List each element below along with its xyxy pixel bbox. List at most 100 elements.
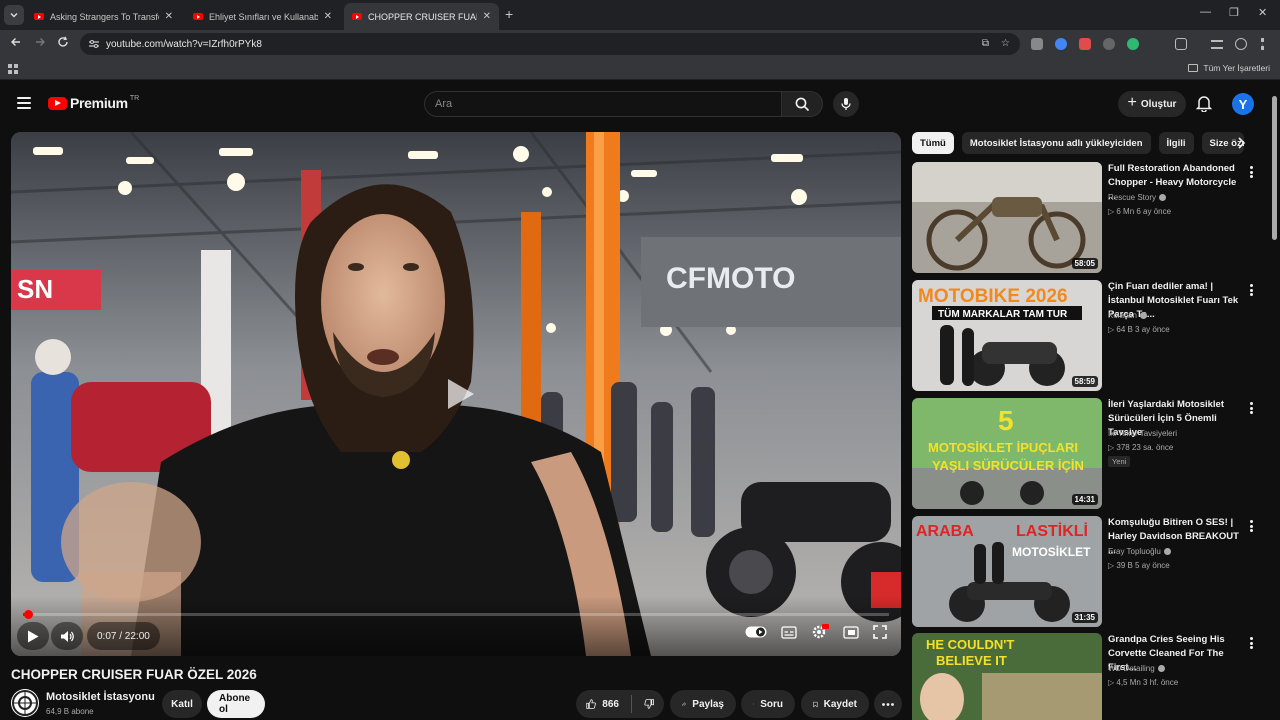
share-label: Paylaş <box>692 698 724 710</box>
new-badge: Yeni <box>1108 456 1131 467</box>
browser-tab-active[interactable]: CHOPPER CRUISER FUAR ÖZEL ✕ <box>344 3 499 30</box>
install-app-icon[interactable]: ⧉ <box>982 38 989 49</box>
fullscreen-icon[interactable] <box>873 625 887 639</box>
like-count[interactable]: 866 <box>602 699 619 710</box>
chip-all[interactable]: Tümü <box>912 132 954 154</box>
channel-name[interactable]: WD Detailing <box>1108 664 1165 673</box>
channel-label: Rescue Story <box>1108 193 1157 202</box>
subscribe-button[interactable]: Abone ol <box>207 690 265 718</box>
tab-label: CHOPPER CRUISER FUAR ÖZEL <box>368 11 477 22</box>
play-button[interactable] <box>17 622 49 650</box>
more-options-icon[interactable] <box>1250 402 1253 414</box>
like-thumb-icon[interactable] <box>586 697 596 711</box>
video-player[interactable]: SN CFMOTO 0:07 / 22:00 <box>11 132 901 656</box>
minimize-icon[interactable]: — <box>1200 6 1211 18</box>
create-button[interactable]: + Oluştur <box>1118 91 1186 117</box>
extension-icon[interactable] <box>1079 38 1091 50</box>
recommended-video[interactable]: MOTOBIKE 2026 TÜM MARKALAR TAM TUR 58:59… <box>912 280 1262 394</box>
reload-icon[interactable] <box>57 36 69 48</box>
more-actions-button[interactable] <box>874 690 902 718</box>
video-thumbnail[interactable]: ARABA LASTİKLİ MOTOSİKLET 31:35 <box>912 516 1102 627</box>
more-options-icon[interactable] <box>1250 637 1253 649</box>
bookmark-star-icon[interactable]: ☆ <box>1001 38 1010 49</box>
search-input[interactable] <box>425 92 781 116</box>
thumbnail-text: HE COULDN'T <box>926 637 1014 652</box>
channel-avatar[interactable] <box>11 689 39 717</box>
video-thumbnail[interactable]: MOTOBIKE 2026 TÜM MARKALAR TAM TUR 58:59 <box>912 280 1102 391</box>
site-info-icon[interactable] <box>88 39 100 49</box>
share-button[interactable]: Paylaş <box>670 690 736 718</box>
chip-from-uploader[interactable]: Motosiklet İstasyonu adlı yükleyiciden <box>961 132 1151 154</box>
video-thumbnail[interactable]: 5 MOTOSİKLET İPUÇLARI YAŞLI SÜRÜCÜLER İÇ… <box>912 398 1102 509</box>
back-icon[interactable] <box>10 36 22 48</box>
more-options-icon[interactable] <box>1250 284 1253 296</box>
tab-search-button[interactable] <box>4 5 24 25</box>
subtitles-icon[interactable] <box>781 625 797 639</box>
notifications-bell-icon[interactable] <box>1196 94 1212 112</box>
duration-badge: 58:05 <box>1071 258 1098 269</box>
duration-badge: 14:31 <box>1071 494 1098 505</box>
browser-tab[interactable]: Ehliyet Sınıfları ve Kullanabil ✕ <box>185 3 340 30</box>
verified-icon <box>1163 548 1171 555</box>
page-scrollbar[interactable] <box>1272 96 1277 240</box>
address-bar[interactable]: youtube.com/watch?v=IZrfh0rPYk8 ⧉ ☆ <box>80 33 1020 55</box>
menu-hamburger-icon[interactable] <box>17 97 31 109</box>
settings-gear-icon[interactable] <box>811 624 829 640</box>
video-thumbnail[interactable]: 58:05 <box>912 162 1102 273</box>
search-button[interactable] <box>781 91 823 117</box>
ask-button[interactable]: Soru <box>741 690 795 718</box>
recommended-video[interactable]: 58:05 Full Restoration Abandoned Chopper… <box>912 162 1262 276</box>
more-options-icon[interactable] <box>1250 520 1253 532</box>
save-button[interactable]: Kaydet <box>801 690 869 718</box>
time-display: 0:07 / 22:00 <box>87 622 160 650</box>
recommended-video[interactable]: HE COULDN'T BELIEVE IT Grandpa Cries See… <box>912 633 1262 720</box>
channel-name[interactable]: Kolaçan <box>1108 311 1147 320</box>
microphone-icon <box>841 98 851 110</box>
extensions-puzzle-icon[interactable] <box>1175 38 1187 50</box>
chip-related[interactable]: İlgili <box>1158 132 1194 154</box>
media-control-icon[interactable] <box>1211 40 1223 49</box>
more-options-icon[interactable] <box>1250 166 1253 178</box>
dislike-thumb-icon[interactable] <box>644 697 654 711</box>
volume-button[interactable] <box>51 622 83 650</box>
verified-icon <box>1157 665 1165 672</box>
apps-grid-icon[interactable] <box>8 64 18 74</box>
channel-name[interactable]: Rescue Story <box>1108 193 1167 202</box>
extension-icon[interactable] <box>1055 38 1067 50</box>
new-tab-button[interactable]: + <box>505 6 513 22</box>
browser-menu-icon[interactable] <box>1261 38 1264 50</box>
browser-tab[interactable]: Asking Strangers To Transform ✕ <box>26 3 181 30</box>
voice-search-button[interactable] <box>833 91 859 117</box>
close-tab-icon[interactable]: ✕ <box>324 11 332 22</box>
extension-icon[interactable] <box>1031 38 1043 50</box>
progress-bar[interactable] <box>23 610 889 619</box>
channel-label: Kolaçan <box>1108 311 1137 320</box>
channel-name[interactable]: Motosiklet İstasyonu <box>46 691 155 703</box>
close-tab-icon[interactable]: ✕ <box>165 11 173 22</box>
account-avatar[interactable]: Y <box>1232 93 1254 115</box>
play-overlay-icon[interactable] <box>442 377 476 411</box>
profile-icon[interactable] <box>1235 38 1247 50</box>
close-tab-icon[interactable]: ✕ <box>483 11 491 22</box>
close-window-icon[interactable]: ✕ <box>1258 6 1267 19</box>
play-icon <box>28 630 39 642</box>
video-thumbnail[interactable]: HE COULDN'T BELIEVE IT <box>912 633 1102 720</box>
extension-icon[interactable] <box>1103 38 1115 50</box>
recommended-video[interactable]: 5 MOTOSİKLET İPUÇLARI YAŞLI SÜRÜCÜLER İÇ… <box>912 398 1262 512</box>
youtube-premium-logo[interactable]: Premium TR <box>48 95 139 111</box>
recommended-video[interactable]: ARABA LASTİKLİ MOTOSİKLET 31:35 Komşuluğ… <box>912 516 1262 630</box>
thumbnail-text: ARABA <box>916 523 974 540</box>
thumbnail-text: YAŞLI SÜRÜCÜLER İÇİN <box>932 458 1084 473</box>
miniplayer-icon[interactable] <box>843 625 859 639</box>
volume-icon <box>60 630 74 642</box>
scrubber-handle[interactable] <box>23 610 33 619</box>
channel-name[interactable]: İki Teker Tavsiyeleri <box>1108 429 1177 438</box>
forward-icon[interactable] <box>34 36 46 48</box>
chevron-right-icon[interactable] <box>1236 136 1246 150</box>
channel-name[interactable]: Eray Topluoğlu <box>1108 547 1171 556</box>
extension-icon[interactable] <box>1127 38 1139 50</box>
autoplay-toggle-icon[interactable] <box>745 626 767 638</box>
restore-icon[interactable]: ❐ <box>1229 6 1239 19</box>
join-button[interactable]: Katıl <box>162 690 202 718</box>
all-bookmarks-button[interactable]: Tüm Yer İşaretleri <box>1188 63 1270 73</box>
